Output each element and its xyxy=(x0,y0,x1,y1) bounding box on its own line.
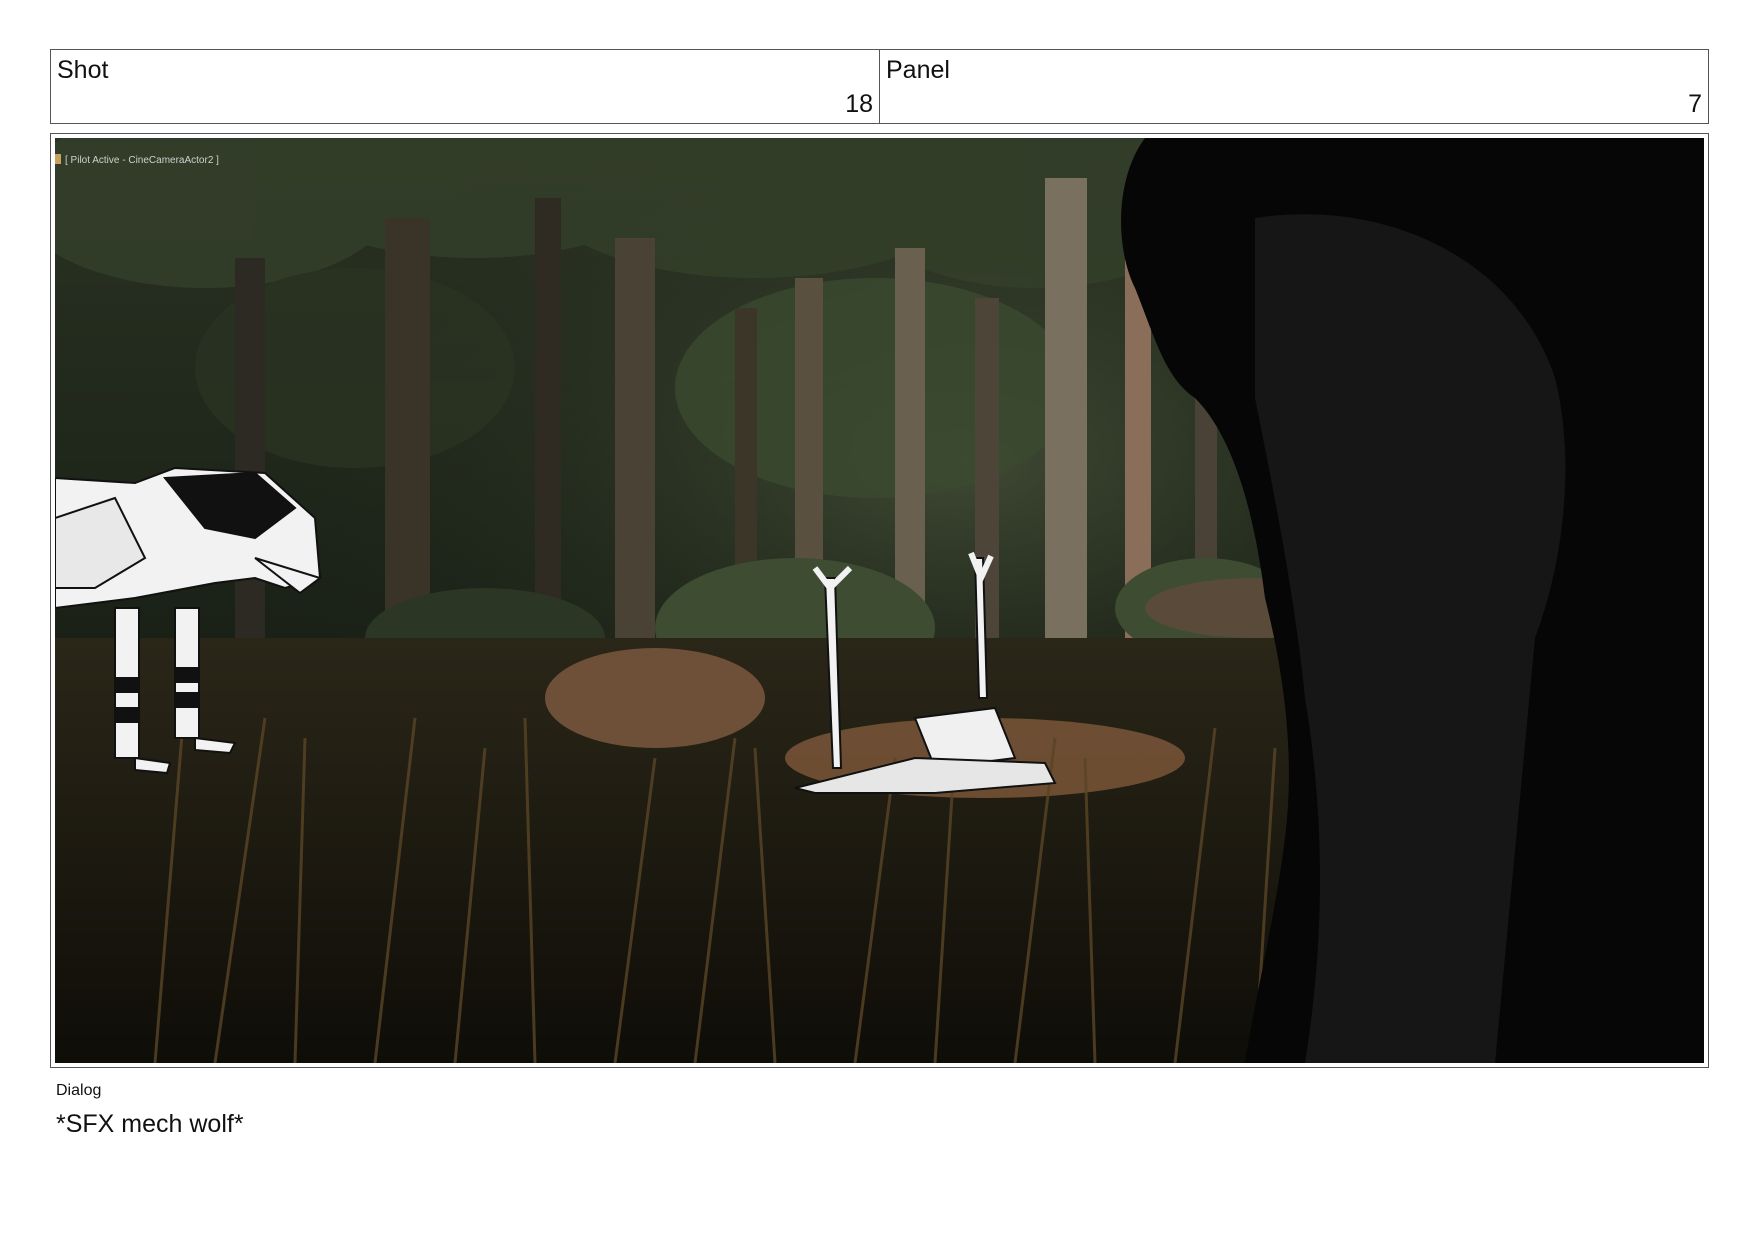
dialog-label: Dialog xyxy=(56,1082,102,1099)
scene-image: [ Pilot Active - CineCameraActor2 ] xyxy=(55,138,1704,1063)
shot-panel-header: Shot 18 Panel 7 xyxy=(50,49,1709,124)
storyboard-frame: [ Pilot Active - CineCameraActor2 ] xyxy=(50,133,1709,1068)
panel-number: 7 xyxy=(1688,90,1702,118)
shot-label: Shot xyxy=(57,56,109,84)
pilot-indicator-icon xyxy=(55,154,61,164)
pilot-overlay-text: [ Pilot Active - CineCameraActor2 ] xyxy=(65,155,219,166)
shot-cell: Shot 18 xyxy=(51,50,879,123)
shot-number: 18 xyxy=(845,90,873,118)
dialog-text: *SFX mech wolf* xyxy=(56,1110,244,1138)
panel-cell: Panel 7 xyxy=(879,50,1708,123)
rock xyxy=(545,648,765,748)
panel-label: Panel xyxy=(886,56,950,84)
